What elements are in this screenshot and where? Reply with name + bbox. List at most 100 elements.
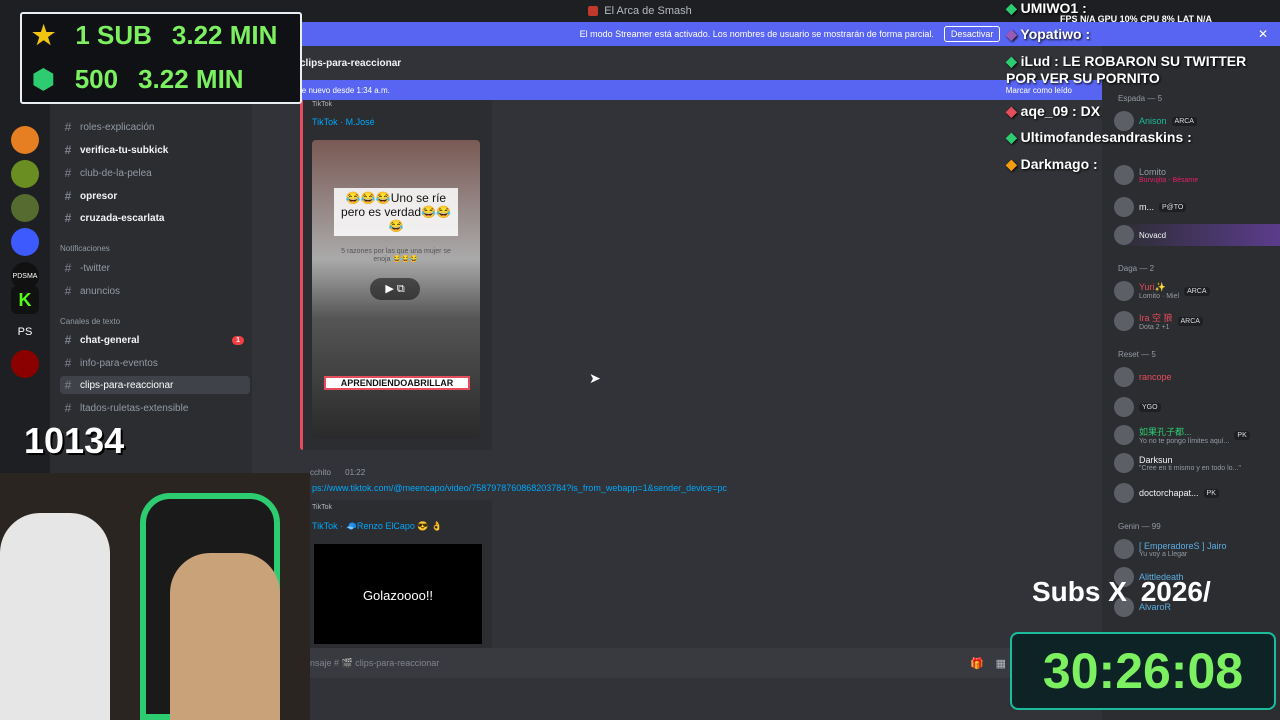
member-tag: PK — [1203, 488, 1219, 498]
avatar[interactable] — [1114, 425, 1134, 445]
subs-x-label: Subs X 2026/ — [1032, 576, 1211, 608]
video-thumbnail[interactable]: Golazoooo!! — [314, 544, 482, 644]
member-name[interactable]: Novacd — [1139, 231, 1166, 240]
new-messages-bar[interactable]: ie nuevo desde 1:34 a.m. Marcar como leí… — [252, 80, 1102, 100]
video-brand: APRENDIENDOABRILLAR — [324, 376, 470, 390]
group-header: Genin — 99 — [1118, 522, 1161, 531]
channel-label[interactable]: anuncios — [80, 286, 120, 297]
hash-icon: # — [64, 356, 72, 370]
server-icon[interactable] — [11, 350, 39, 378]
sub-goal-overlay: ★ 1 SUB 3.22 MIN ⬢ 500 3.22 MIN — [20, 12, 302, 104]
subs-x-text: Subs X — [1032, 576, 1127, 607]
member-tag: PK — [1234, 430, 1250, 440]
embed-author-link[interactable]: TikTok · 🧢Renzo ElCapo 😎 👌 — [312, 521, 442, 532]
subathon-timer: 30:26:08 — [1010, 632, 1276, 710]
message-input[interactable]: nsaje # 🎬 clips-para-reaccionar 🎁 ▦ — [300, 648, 1020, 678]
member-name[interactable]: doctorchapat... — [1139, 488, 1199, 498]
message-time: 01:22 — [345, 468, 366, 477]
message-link[interactable]: ps://www.tiktok.com/@meencapo/video/7587… — [312, 483, 727, 493]
banner-text: El modo Streamer está activado. Los nomb… — [579, 29, 934, 39]
gift-icon[interactable]: 🎁 — [970, 657, 984, 670]
hash-icon: # — [64, 333, 72, 347]
server-icon[interactable] — [11, 194, 39, 222]
avatar[interactable] — [1114, 197, 1134, 217]
server-icon[interactable] — [11, 126, 39, 154]
author-name[interactable]: cchito — [310, 468, 331, 477]
big-counter: 10134 — [24, 420, 125, 461]
member-name[interactable]: Yuri✨ — [1139, 282, 1179, 293]
channel-label[interactable]: clips-para-reaccionar — [80, 380, 173, 391]
gif-icon[interactable]: ▦ — [996, 657, 1006, 670]
avatar[interactable] — [1114, 483, 1134, 503]
play-icon[interactable]: ▶ ⧉ — [370, 278, 420, 300]
video-caption: Golazoooo!! — [362, 588, 434, 603]
category-text-channels[interactable]: Canales de texto — [60, 317, 120, 326]
ps-server-icon[interactable]: PS — [11, 318, 39, 346]
window-title: El Arca de Smash — [604, 4, 692, 17]
hash-icon: # — [64, 284, 72, 298]
chat-message: DX — [1080, 103, 1101, 119]
category-notifications[interactable]: Notificaciones — [60, 244, 110, 253]
message-author: cchito 01:22 — [310, 468, 365, 477]
channel-label[interactable]: chat-general — [80, 335, 139, 346]
server-icon — [588, 5, 599, 16]
hash-icon: # — [64, 189, 72, 203]
group-header: Reset — 5 — [1118, 350, 1156, 359]
member-tag: YGO — [1139, 402, 1161, 412]
avatar[interactable] — [1114, 397, 1134, 417]
chat-user: Darkmago : — [1020, 156, 1098, 172]
input-placeholder: nsaje # 🎬 clips-para-reaccionar — [310, 657, 440, 668]
tiktok-embed: TikTok TikTok · M.José 😂😂😂Uno se ríe per… — [300, 100, 492, 450]
channel-label[interactable]: cruzada-escarlata — [80, 213, 165, 224]
chat-user: UMIWO1 : — [1020, 0, 1087, 16]
channel-label[interactable]: ltados-ruletas-extensible — [80, 403, 188, 414]
avatar[interactable] — [1114, 453, 1134, 473]
video-subtitle: 5 razones por las que una mujer se enoja… — [341, 248, 451, 263]
channel-label[interactable]: info-para-eventos — [80, 358, 158, 369]
avatar[interactable] — [1114, 225, 1134, 245]
server-icon[interactable] — [11, 228, 39, 256]
avatar[interactable] — [1114, 367, 1134, 387]
video-thumbnail[interactable]: 😂😂😂Uno se ríe pero es verdad😂😂😂 5 razone… — [312, 140, 480, 438]
avatar[interactable] — [1114, 281, 1134, 301]
member-status: Yu voy a Llegar — [1139, 550, 1188, 558]
member-tag: ARCA — [1184, 286, 1210, 296]
channel-label[interactable]: roles-explicación — [80, 122, 154, 133]
coin-icon: ⬢ — [32, 64, 55, 94]
member-name[interactable]: rancope — [1139, 372, 1172, 382]
channel-label[interactable]: club-de-la-pelea — [80, 168, 152, 179]
chat-user: iLud : — [1020, 53, 1059, 69]
member-name[interactable]: 如果孔子都... — [1139, 425, 1229, 438]
person-right — [170, 553, 280, 720]
group-header: Daga — 2 — [1118, 264, 1155, 273]
avatar[interactable] — [1114, 311, 1134, 331]
member-name[interactable]: Ira 空 狼 — [1139, 311, 1173, 324]
embed-author-link[interactable]: TikTok · M.José — [312, 117, 375, 127]
member-name[interactable]: [ EmperadoreS ] Jairo — [1139, 541, 1227, 551]
member-tag: P@TO — [1159, 202, 1187, 212]
star-icon: ★ — [32, 20, 56, 50]
hash-icon: # — [64, 166, 72, 180]
member-status: Yo no te pongo límites aquí... — [1139, 438, 1230, 445]
hash-icon: # — [64, 261, 72, 275]
avatar[interactable] — [1114, 539, 1134, 559]
stream-chat-overlay: ◆ UMIWO1 : ◆ Yopatiwo : ◆ iLud : LE ROBA… — [1006, 0, 1247, 172]
server-icon[interactable] — [11, 160, 39, 188]
channel-label[interactable]: -twitter — [80, 263, 110, 274]
new-messages-label: ie nuevo desde 1:34 a.m. — [300, 85, 390, 95]
kick-icon[interactable]: K — [11, 286, 39, 314]
disable-button[interactable]: Desactivar — [943, 26, 1001, 42]
sub-time: 3.22 MIN — [171, 20, 278, 50]
chat-user: aqe_09 : — [1020, 103, 1077, 119]
webcam-overlay — [0, 473, 310, 720]
channel-label[interactable]: opresor — [80, 191, 117, 202]
video-caption: 😂😂😂Uno se ríe pero es verdad😂😂😂 — [334, 188, 458, 236]
hash-icon: # — [64, 401, 72, 415]
member-name[interactable]: m... — [1139, 202, 1154, 212]
hash-icon: # — [64, 378, 72, 392]
member-name[interactable]: Darksun — [1139, 455, 1241, 465]
chat-user: Ultimofandesandraskins : — [1020, 129, 1192, 145]
member-status: "Cree en ti mismo y en todo lo..." — [1139, 464, 1241, 472]
hash-icon: # — [64, 211, 72, 225]
channel-label[interactable]: verifica-tu-subkick — [80, 145, 168, 156]
